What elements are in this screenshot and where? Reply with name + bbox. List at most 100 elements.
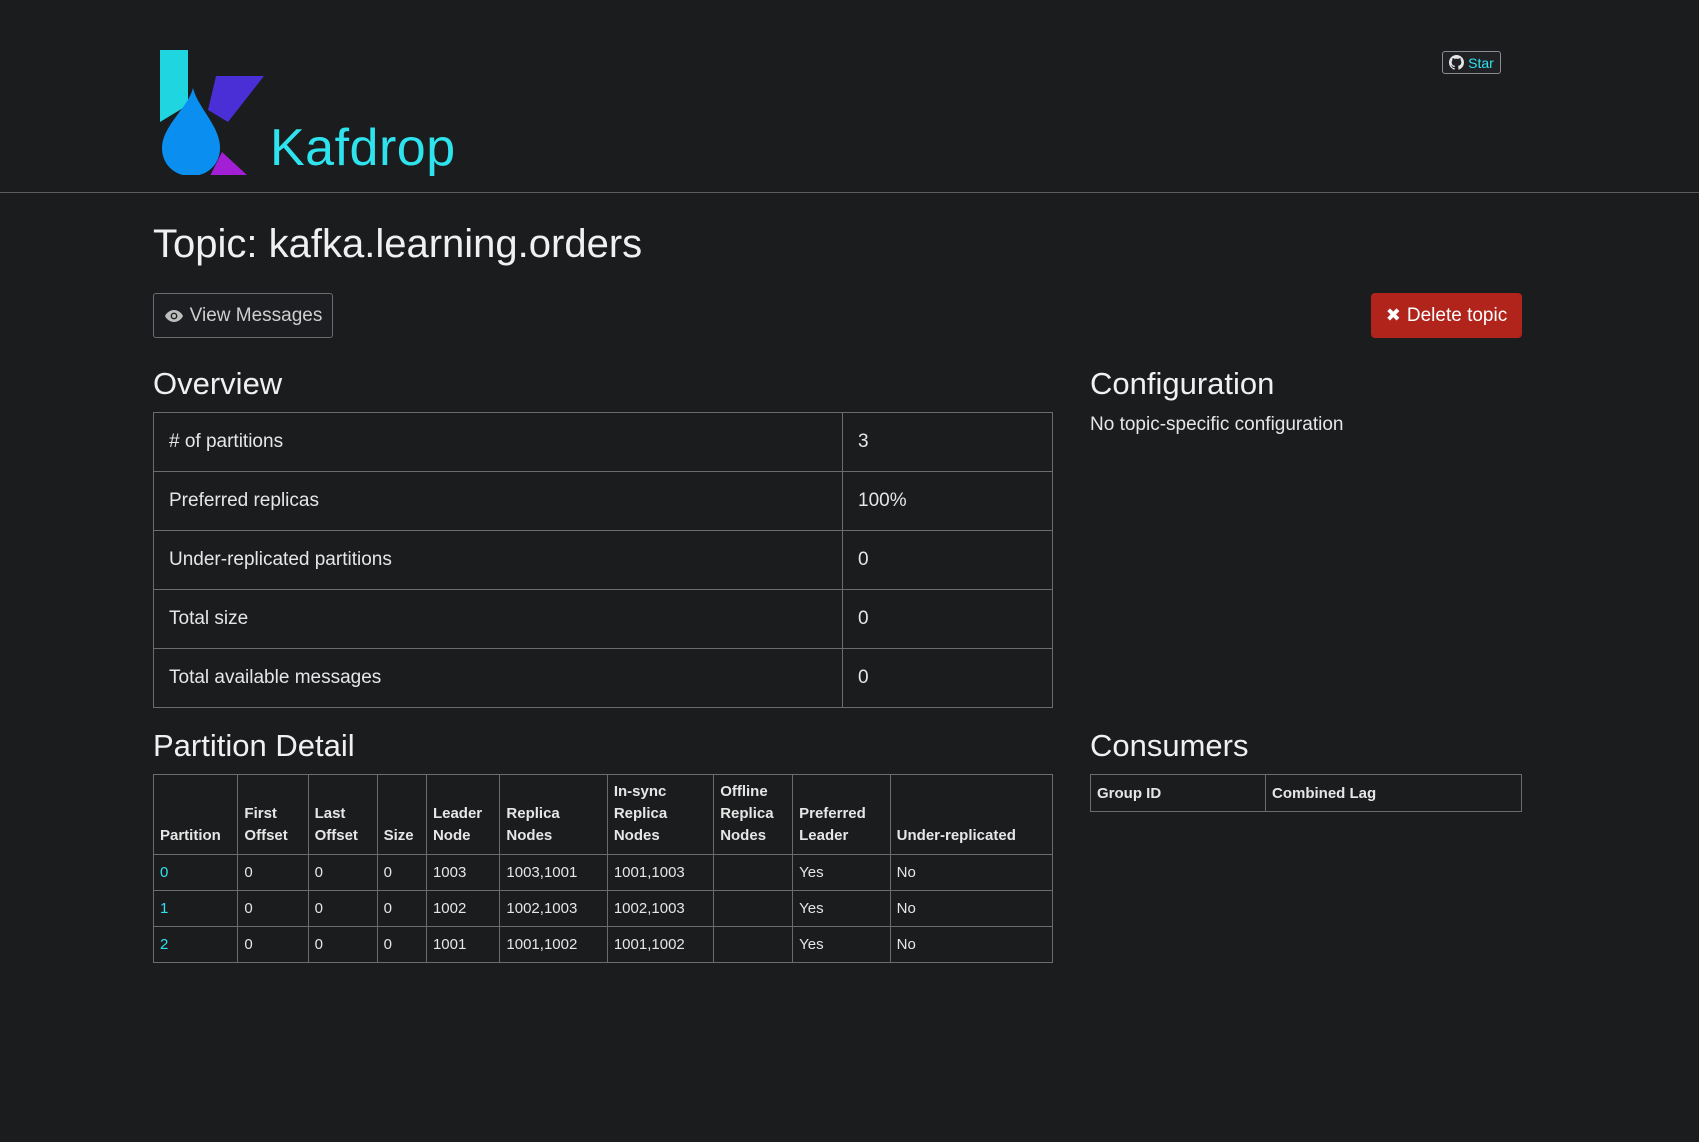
header-line: Nodes xyxy=(720,827,767,844)
consumers-column-header: Combined Lag xyxy=(1265,774,1522,812)
partition-detail-table: Partition First Offset Last Offset Size Leader… xyxy=(152,774,1054,963)
partition-column-header: Last Offset xyxy=(307,774,378,855)
partition-cell xyxy=(713,854,794,891)
header-line: Last xyxy=(314,805,346,822)
partition-cell: 0 xyxy=(237,926,309,963)
header-line: In-sync xyxy=(613,783,667,800)
partition-cell: 1001,1003 xyxy=(606,854,715,891)
delete-topic-button[interactable]: ✖ Delete topic xyxy=(1371,293,1522,338)
partition-detail-title: Partition Detail xyxy=(153,728,355,763)
header-line: Nodes xyxy=(506,827,553,844)
table-row: 0 0 0 0 1003 1003,1001 1001,1003 Yes No xyxy=(152,854,1054,891)
partition-link[interactable]: 0 xyxy=(160,864,168,881)
header-line: Offset xyxy=(244,827,288,844)
partition-column-header: Under-replicated xyxy=(889,774,1054,855)
header-line: Offset xyxy=(314,827,358,844)
overview-label: Total size xyxy=(153,589,843,649)
overview-value: 3 xyxy=(842,412,1053,472)
brand-title[interactable]: Kafdrop xyxy=(270,118,456,178)
header-line: Nodes xyxy=(613,827,660,844)
overview-row: Under-replicated partitions 0 xyxy=(153,530,1053,590)
partition-cell: 0 xyxy=(376,890,427,927)
header-line: Node xyxy=(432,827,471,844)
overview-label: Preferred replicas xyxy=(153,471,843,531)
overview-table: # of partitions 3 Preferred replicas 100% Un… xyxy=(153,412,1053,708)
partition-cell xyxy=(713,926,794,963)
partition-column-header: Leader Node xyxy=(425,774,501,855)
partition-cell: 1002,1003 xyxy=(606,890,715,927)
overview-value: 0 xyxy=(842,589,1053,649)
overview-row: # of partitions 3 xyxy=(153,412,1053,472)
partition-cell: 1003 xyxy=(425,854,501,891)
partition-cell: 1001,1002 xyxy=(606,926,715,963)
overview-row: Total available messages 0 xyxy=(153,648,1053,708)
header-line: Replica xyxy=(613,805,668,822)
partition-cell: 1002 xyxy=(425,890,501,927)
partition-cell: 0 xyxy=(307,890,378,927)
table-row: 1 0 0 0 1002 1002,1003 1002,1003 Yes No xyxy=(152,890,1054,927)
header-line: Under-replicated xyxy=(896,827,1016,844)
header-line: Leader xyxy=(432,805,483,822)
partition-cell: Yes xyxy=(792,854,891,891)
partition-cell: No xyxy=(889,890,1054,927)
configuration-title: Configuration xyxy=(1090,366,1275,401)
partition-link[interactable]: 1 xyxy=(160,900,168,917)
partition-column-header: Replica Nodes xyxy=(499,774,608,855)
overview-value: 100% xyxy=(842,471,1053,531)
overview-value: 0 xyxy=(842,530,1053,590)
consumers-column-header: Group ID xyxy=(1090,774,1266,812)
partition-column-header: Offline Replica Nodes xyxy=(713,774,794,855)
header-line: First xyxy=(244,805,277,822)
partition-column-header: Partition xyxy=(152,774,239,855)
partition-column-header: First Offset xyxy=(237,774,309,855)
header-line: Preferred xyxy=(799,805,866,822)
view-messages-button[interactable]: View Messages xyxy=(153,293,333,338)
overview-label: # of partitions xyxy=(153,412,843,472)
overview-label: Under-replicated partitions xyxy=(153,530,843,590)
overview-row: Preferred replicas 100% xyxy=(153,471,1053,531)
partition-cell: 0 xyxy=(376,854,427,891)
partition-cell: 0 xyxy=(307,854,378,891)
partition-column-header: Size xyxy=(376,774,427,855)
partition-cell: 0 xyxy=(376,926,427,963)
partition-cell: 1003,1001 xyxy=(499,854,608,891)
configuration-text: No topic-specific configuration xyxy=(1090,414,1344,435)
partition-cell: 1 xyxy=(152,890,239,927)
consumers-table: Group ID Combined Lag xyxy=(1090,774,1522,812)
partition-cell: 0 xyxy=(237,890,309,927)
partition-cell: 1002,1003 xyxy=(499,890,608,927)
header-line: Partition xyxy=(160,827,221,844)
overview-row: Total size 0 xyxy=(153,589,1053,649)
overview-value: 0 xyxy=(842,648,1053,708)
header-line: Replica xyxy=(506,805,560,822)
kafdrop-logo-icon[interactable] xyxy=(158,50,268,175)
table-row: 2 0 0 0 1001 1001,1002 1001,1002 Yes No xyxy=(152,926,1054,963)
partition-cell: Yes xyxy=(792,926,891,963)
partition-column-header: Preferred Leader xyxy=(792,774,891,855)
close-icon: ✖ xyxy=(1385,305,1401,325)
partition-cell: 2 xyxy=(152,926,239,963)
star-label: Star xyxy=(1468,54,1494,71)
partition-cell: 0 xyxy=(237,854,309,891)
partition-cell: No xyxy=(889,854,1054,891)
header-line: Replica xyxy=(720,805,774,822)
partition-cell: No xyxy=(889,926,1054,963)
github-icon xyxy=(1449,55,1465,70)
header-line: Size xyxy=(383,827,414,844)
partition-cell: 0 xyxy=(152,854,239,891)
partition-cell: Yes xyxy=(792,890,891,927)
github-star-button[interactable]: Star xyxy=(1442,51,1501,74)
partition-cell: 1001,1002 xyxy=(499,926,608,963)
partition-cell: 0 xyxy=(307,926,378,963)
page-title: Topic: kafka.learning.orders xyxy=(153,222,643,266)
overview-title: Overview xyxy=(153,366,283,401)
consumers-title: Consumers xyxy=(1090,728,1249,763)
partition-cell: 1001 xyxy=(425,926,501,963)
delete-topic-label: Delete topic xyxy=(1406,304,1508,326)
partition-cell xyxy=(713,890,794,927)
view-messages-label: View Messages xyxy=(189,304,323,326)
header: Kafdrop Star xyxy=(0,0,1699,193)
overview-label: Total available messages xyxy=(153,648,843,708)
partition-link[interactable]: 2 xyxy=(160,936,168,953)
header-line: Leader xyxy=(799,827,849,844)
